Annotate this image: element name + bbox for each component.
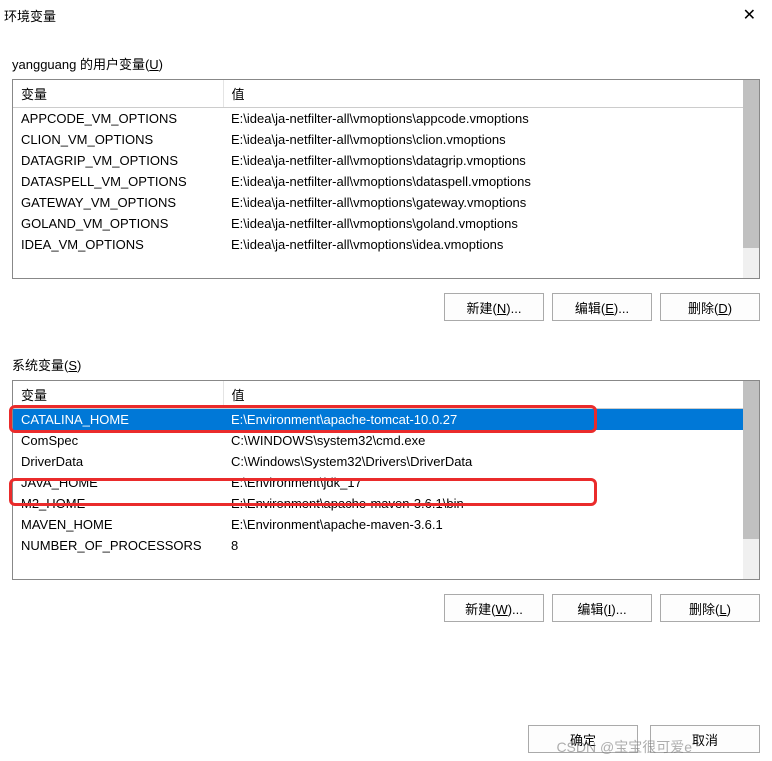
col-header-val[interactable]: 值 bbox=[223, 381, 743, 409]
cell-val: E:\idea\ja-netfilter-all\vmoptions\idea.… bbox=[223, 234, 743, 255]
close-icon[interactable]: ✕ bbox=[735, 3, 764, 27]
cell-var: GATEWAY_VM_OPTIONS bbox=[13, 192, 223, 213]
sys-vars-table[interactable]: 变量 值 CATALINA_HOMEE:\Environment\apache-… bbox=[12, 380, 760, 580]
user-edit-button[interactable]: 编辑(E)... bbox=[552, 293, 652, 321]
table-row[interactable]: JAVA_HOMEE:\Environment\jdk_17 bbox=[13, 472, 743, 493]
cell-val: E:\idea\ja-netfilter-all\vmoptions\golan… bbox=[223, 213, 743, 234]
col-header-var[interactable]: 变量 bbox=[13, 80, 223, 108]
user-delete-button[interactable]: 删除(D) bbox=[660, 293, 760, 321]
table-row[interactable]: MAVEN_HOMEE:\Environment\apache-maven-3.… bbox=[13, 514, 743, 535]
cell-val: E:\Environment\apache-maven-3.6.1 bbox=[223, 514, 743, 535]
cell-val: E:\idea\ja-netfilter-all\vmoptions\datas… bbox=[223, 171, 743, 192]
cell-val: E:\Environment\jdk_17 bbox=[223, 472, 743, 493]
cell-var: GOLAND_VM_OPTIONS bbox=[13, 213, 223, 234]
cell-val: E:\idea\ja-netfilter-all\vmoptions\appco… bbox=[223, 108, 743, 130]
titlebar: 环境变量 ✕ bbox=[0, 0, 772, 30]
cell-var: CATALINA_HOME bbox=[13, 409, 223, 431]
user-vars-label: yangguang 的用户变量(U) bbox=[12, 54, 760, 73]
user-vars-table[interactable]: 变量 值 APPCODE_VM_OPTIONSE:\idea\ja-netfil… bbox=[12, 79, 760, 279]
sys-edit-button[interactable]: 编辑(I)... bbox=[552, 594, 652, 622]
cell-val: E:\Environment\apache-tomcat-10.0.27 bbox=[223, 409, 743, 431]
watermark: CSDN @宝宝很可爱e bbox=[556, 737, 692, 757]
user-new-button[interactable]: 新建(N)... bbox=[444, 293, 544, 321]
cell-val: C:\WINDOWS\system32\cmd.exe bbox=[223, 430, 743, 451]
cell-var: MAVEN_HOME bbox=[13, 514, 223, 535]
cell-var: M2_HOME bbox=[13, 493, 223, 514]
cell-var: DATAGRIP_VM_OPTIONS bbox=[13, 150, 223, 171]
dialog-title: 环境变量 bbox=[4, 6, 56, 25]
cell-var: ComSpec bbox=[13, 430, 223, 451]
table-row[interactable]: DATASPELL_VM_OPTIONSE:\idea\ja-netfilter… bbox=[13, 171, 743, 192]
scrollbar[interactable] bbox=[743, 80, 759, 278]
table-row[interactable]: GOLAND_VM_OPTIONSE:\idea\ja-netfilter-al… bbox=[13, 213, 743, 234]
cell-var: DriverData bbox=[13, 451, 223, 472]
cell-val: E:\Environment\apache-maven-3.6.1\bin bbox=[223, 493, 743, 514]
cell-var: NUMBER_OF_PROCESSORS bbox=[13, 535, 223, 556]
cell-var: JAVA_HOME bbox=[13, 472, 223, 493]
sys-delete-button[interactable]: 删除(L) bbox=[660, 594, 760, 622]
col-header-var[interactable]: 变量 bbox=[13, 381, 223, 409]
table-row[interactable]: CATALINA_HOMEE:\Environment\apache-tomca… bbox=[13, 409, 743, 431]
sys-new-button[interactable]: 新建(W)... bbox=[444, 594, 544, 622]
cell-val: C:\Windows\System32\Drivers\DriverData bbox=[223, 451, 743, 472]
scrollbar[interactable] bbox=[743, 381, 759, 579]
col-header-val[interactable]: 值 bbox=[223, 80, 743, 108]
table-row[interactable]: NUMBER_OF_PROCESSORS8 bbox=[13, 535, 743, 556]
cell-var: IDEA_VM_OPTIONS bbox=[13, 234, 223, 255]
cell-val: E:\idea\ja-netfilter-all\vmoptions\clion… bbox=[223, 129, 743, 150]
cell-val: E:\idea\ja-netfilter-all\vmoptions\gatew… bbox=[223, 192, 743, 213]
cell-val: 8 bbox=[223, 535, 743, 556]
table-row[interactable]: M2_HOMEE:\Environment\apache-maven-3.6.1… bbox=[13, 493, 743, 514]
table-row[interactable]: ComSpecC:\WINDOWS\system32\cmd.exe bbox=[13, 430, 743, 451]
table-row[interactable]: DATAGRIP_VM_OPTIONSE:\idea\ja-netfilter-… bbox=[13, 150, 743, 171]
cell-var: CLION_VM_OPTIONS bbox=[13, 129, 223, 150]
sys-vars-label: 系统变量(S) bbox=[12, 355, 760, 374]
cell-val: E:\idea\ja-netfilter-all\vmoptions\datag… bbox=[223, 150, 743, 171]
table-row[interactable]: CLION_VM_OPTIONSE:\idea\ja-netfilter-all… bbox=[13, 129, 743, 150]
table-row[interactable]: APPCODE_VM_OPTIONSE:\idea\ja-netfilter-a… bbox=[13, 108, 743, 130]
table-row[interactable]: GATEWAY_VM_OPTIONSE:\idea\ja-netfilter-a… bbox=[13, 192, 743, 213]
table-row[interactable]: DriverDataC:\Windows\System32\Drivers\Dr… bbox=[13, 451, 743, 472]
table-row[interactable]: IDEA_VM_OPTIONSE:\idea\ja-netfilter-all\… bbox=[13, 234, 743, 255]
cell-var: DATASPELL_VM_OPTIONS bbox=[13, 171, 223, 192]
cell-var: APPCODE_VM_OPTIONS bbox=[13, 108, 223, 130]
